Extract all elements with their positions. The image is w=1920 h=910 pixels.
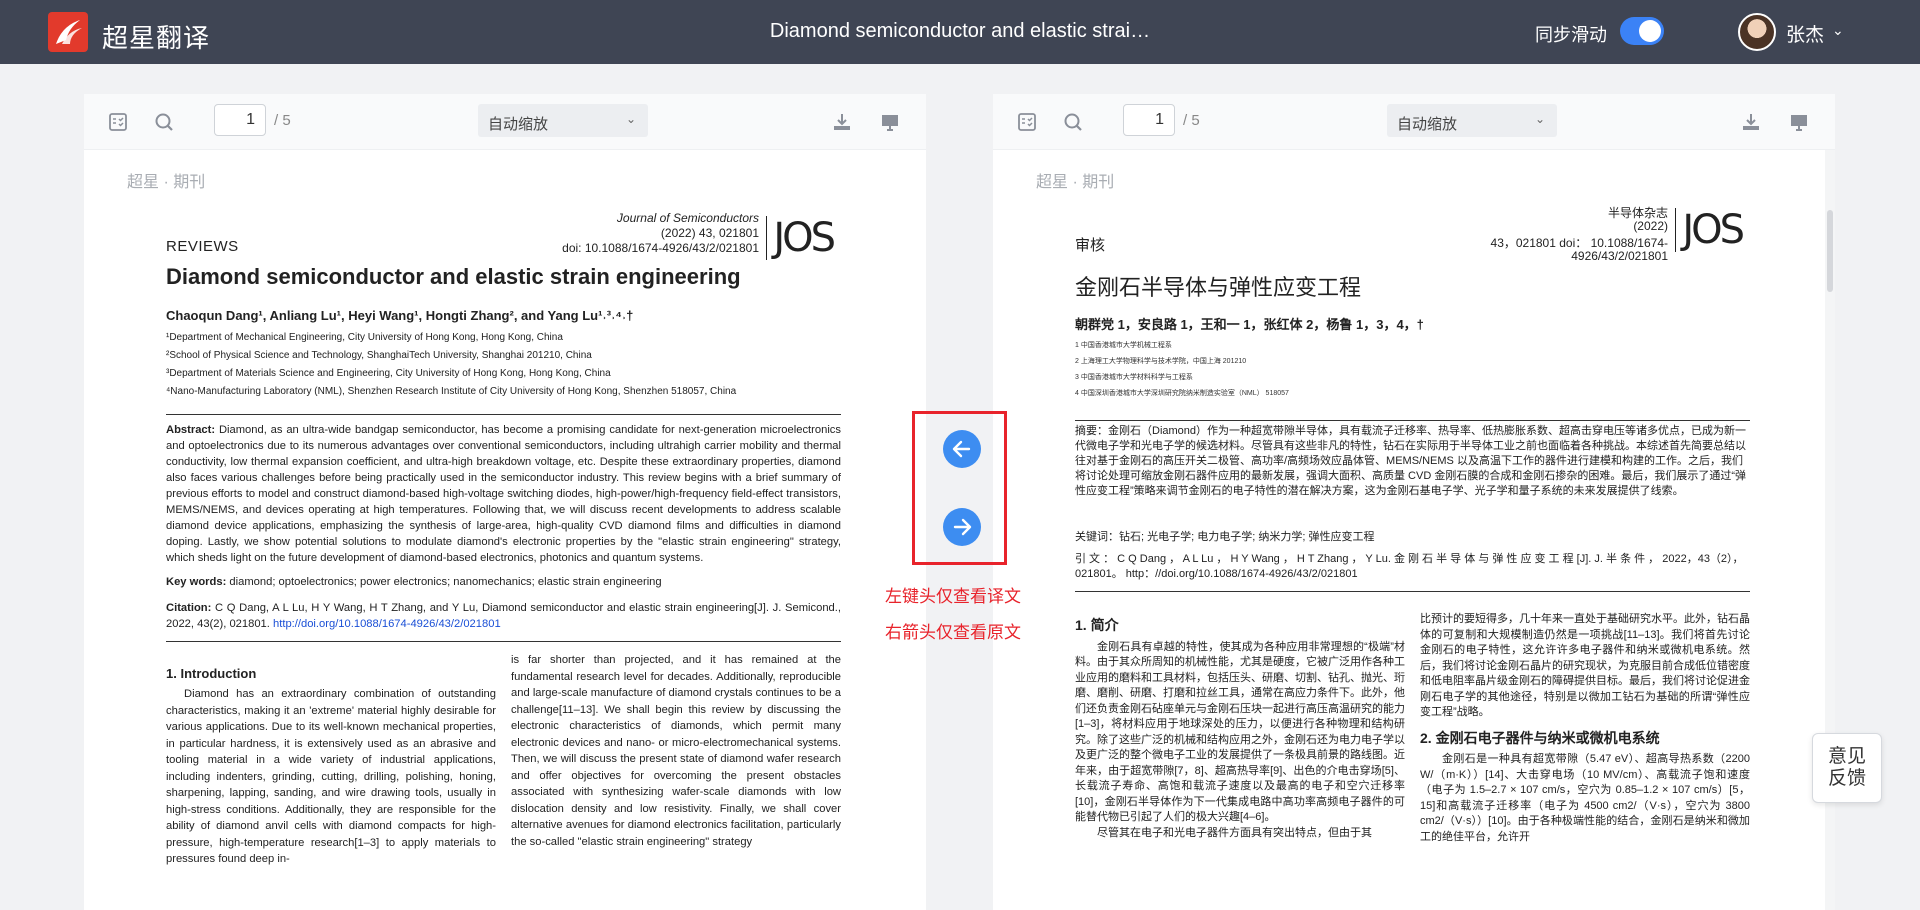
document-page: 超星 · 期刊 半导体杂志 (2022) 43，021801 doi： 10.1… (1018, 156, 1808, 910)
download-icon[interactable] (1741, 112, 1761, 132)
zoom-value: 自动缩放 (488, 116, 549, 133)
citation-label: Citation: (166, 602, 212, 614)
section-label: REVIEWS (166, 238, 239, 255)
user-name[interactable]: 张杰 (1786, 20, 1824, 47)
page-total: / 5 (1183, 112, 1200, 129)
divider (1075, 591, 1750, 592)
view-switch-highlight (912, 411, 1007, 565)
zoom-select[interactable]: 自动缩放 ⌄ (1387, 104, 1557, 137)
intro-column-2: is far shorter than projected, and it ha… (511, 654, 841, 848)
watermark: 超星 · 期刊 (127, 174, 206, 191)
doi-link[interactable]: http://doi.org/10.1088/1674-4926/43/2/02… (273, 618, 501, 630)
show-original-only-button[interactable] (943, 508, 981, 546)
hint-right-arrow: 右箭头仅查看原文 (885, 623, 1021, 643)
zoom-select[interactable]: 自动缩放 ⌄ (478, 104, 648, 137)
feedback-line-2: 反馈 (1827, 768, 1866, 789)
citation: Citation: C Q Dang, A L Lu, H Y Wang, H … (166, 600, 841, 632)
intro-text-1-tail: 尽管其在电子和光电子器件方面具有突出特点，但由于其 (1097, 826, 1372, 839)
feedback-line-1: 意见 (1827, 746, 1866, 767)
keywords: 关键词：钻石; 光电子学; 电力电子学; 纳米力学; 弹性应变工程 (1075, 531, 1375, 543)
abstract: 摘要：金刚石（Diamond）作为一种超宽带隙半导体，具有载流子迁移率、热导率、… (1075, 425, 1747, 497)
scrollbar-thumb[interactable] (1827, 210, 1833, 292)
citation-text: C Q Dang, A L Lu, H Y Wang, H T Zhang, a… (166, 602, 841, 630)
affiliation-1: 1 中国香港城市大学机械工程系 (1075, 342, 1172, 349)
jos-logo: JOS (766, 216, 836, 260)
viewer-toolbar: / 5 自动缩放 ⌄ (993, 94, 1835, 150)
brand-name: 超星翻译 (102, 23, 211, 53)
search-icon[interactable] (1063, 112, 1083, 132)
divider (166, 414, 841, 415)
divider (1075, 420, 1750, 421)
sync-scroll-label: 同步滑动 (1535, 25, 1607, 45)
abstract-text: Diamond, as an ultra-wide bandgap semico… (166, 424, 841, 564)
affiliation-4: ⁴Nano-Manufacturing Laboratory (NML), Sh… (166, 386, 737, 397)
intro-heading: 1. Introduction (166, 666, 257, 681)
translated-document-panel: / 5 自动缩放 ⌄ 超星 · 期刊 半导体杂志 (2022) 43，021801… (993, 94, 1835, 910)
watermark: 超星 · 期刊 (1036, 174, 1115, 191)
paper-title: 金刚石半导体与弹性应变工程 (1075, 275, 1362, 300)
jos-logo: JOS (1675, 208, 1745, 252)
journal-name: Journal of Semiconductors (616, 211, 759, 225)
presentation-icon[interactable] (1789, 112, 1809, 132)
arrow-right-icon (953, 518, 972, 536)
affiliation-2: 2 上海理工大学物理科学与技术学院，中国上海 201210 (1075, 358, 1247, 365)
authors: 朝群党 1，安良路 1，王和一 1，张红体 2，杨鲁 1，3，4，† (1075, 317, 1424, 332)
affiliation-3: ³Department of Materials Science and Eng… (166, 368, 611, 379)
citation: 引 文 ： C Q Dang ， A L Lu ， H Y Wang ， H T… (1075, 553, 1744, 580)
sync-scroll-toggle[interactable] (1620, 17, 1664, 45)
paper-title: Diamond semiconductor and elastic strain… (166, 264, 741, 289)
sidebar-toggle-icon[interactable] (108, 112, 128, 132)
intro-heading: 1. 简介 (1075, 617, 1119, 633)
document-page: 超星 · 期刊 Journal of Semiconductors (2022)… (109, 156, 899, 910)
avatar[interactable] (1738, 13, 1776, 51)
viewer-toolbar: / 5 自动缩放 ⌄ (84, 94, 926, 150)
presentation-icon[interactable] (880, 112, 900, 132)
journal-doi-cont: 4926/43/2/021801 (1571, 249, 1668, 263)
download-icon[interactable] (832, 112, 852, 132)
intro-column-2: 比预计的要短得多，几十年来一直处于基础研究水平。此外，钻石晶体的可复制和大规模制… (1420, 612, 1750, 845)
section-2-text: 金刚石是一种具有超宽带隙（5.47 eV）、超高导热系数（2200 W/（m·K… (1420, 753, 1750, 843)
affiliation-2: ²School of Physical Science and Technolo… (166, 350, 592, 361)
abstract: Abstract: Diamond, as an ultra-wide band… (166, 422, 841, 566)
intro-text-2: 比预计的要短得多，几十年来一直处于基础研究水平。此外，钻石晶体的可复制和大规模制… (1420, 613, 1750, 718)
page-number-input[interactable] (1123, 104, 1175, 136)
abstract-label: Abstract: (166, 424, 216, 436)
affiliation-1: ¹Department of Mechanical Engineering, C… (166, 332, 563, 343)
chaoxing-logo-icon[interactable] (48, 12, 88, 52)
show-translation-only-button[interactable] (943, 430, 981, 468)
chevron-down-icon[interactable]: ⌄ (1832, 22, 1844, 39)
arrow-left-icon (952, 440, 971, 458)
original-document-panel: / 5 自动缩放 ⌄ 超星 · 期刊 Journal of Semiconduct… (84, 94, 926, 910)
hint-left-arrow: 左键头仅查看译文 (885, 587, 1021, 607)
top-bar: 超星翻译 Diamond semiconductor and elastic s… (0, 0, 1920, 64)
feedback-button[interactable]: 意见 反馈 (1812, 733, 1882, 803)
affiliation-4: 4 中国深圳香港城市大学深圳研究院纳米制造实验室（NML） 518057 (1075, 390, 1289, 397)
intro-text-1: 金刚石具有卓越的特性，使其成为各种应用非常理想的“极端”材料。由于其众所周知的机… (1075, 640, 1405, 824)
chevron-down-icon: ⌄ (1534, 112, 1545, 126)
intro-column-1: 1. 简介 金刚石具有卓越的特性，使其成为各种应用非常理想的“极端”材料。由于其… (1075, 614, 1405, 841)
sidebar-toggle-icon[interactable] (1017, 112, 1037, 132)
divider (166, 641, 841, 642)
section-2-heading: 2. 金刚石电子器件与纳米或微机电系统 (1420, 729, 1660, 746)
page-total: / 5 (274, 112, 291, 129)
search-icon[interactable] (154, 112, 174, 132)
journal-volume: (2022) (1633, 219, 1668, 233)
page-number-input[interactable] (214, 104, 266, 136)
intro-column-1: Diamond has an extraordinary combination… (166, 688, 496, 865)
affiliation-3: 3 中国香港城市大学材料科学与工程系 (1075, 374, 1193, 381)
toggle-knob (1639, 20, 1661, 42)
keywords: Key words: diamond; optoelectronics; pow… (166, 574, 841, 590)
keywords-text: diamond; optoelectronics; power electron… (226, 576, 662, 588)
chevron-down-icon: ⌄ (625, 112, 636, 126)
keywords-label: Key words: (166, 576, 227, 588)
journal-doi: doi: 10.1088/1674-4926/43/2/021801 (562, 241, 759, 255)
authors: Chaoqun Dang¹, Anliang Lu¹, Heyi Wang¹, … (166, 308, 634, 323)
journal-volume: (2022) 43, 021801 (660, 226, 759, 240)
zoom-value: 自动缩放 (1397, 116, 1458, 133)
section-label: 审核 (1075, 237, 1106, 254)
